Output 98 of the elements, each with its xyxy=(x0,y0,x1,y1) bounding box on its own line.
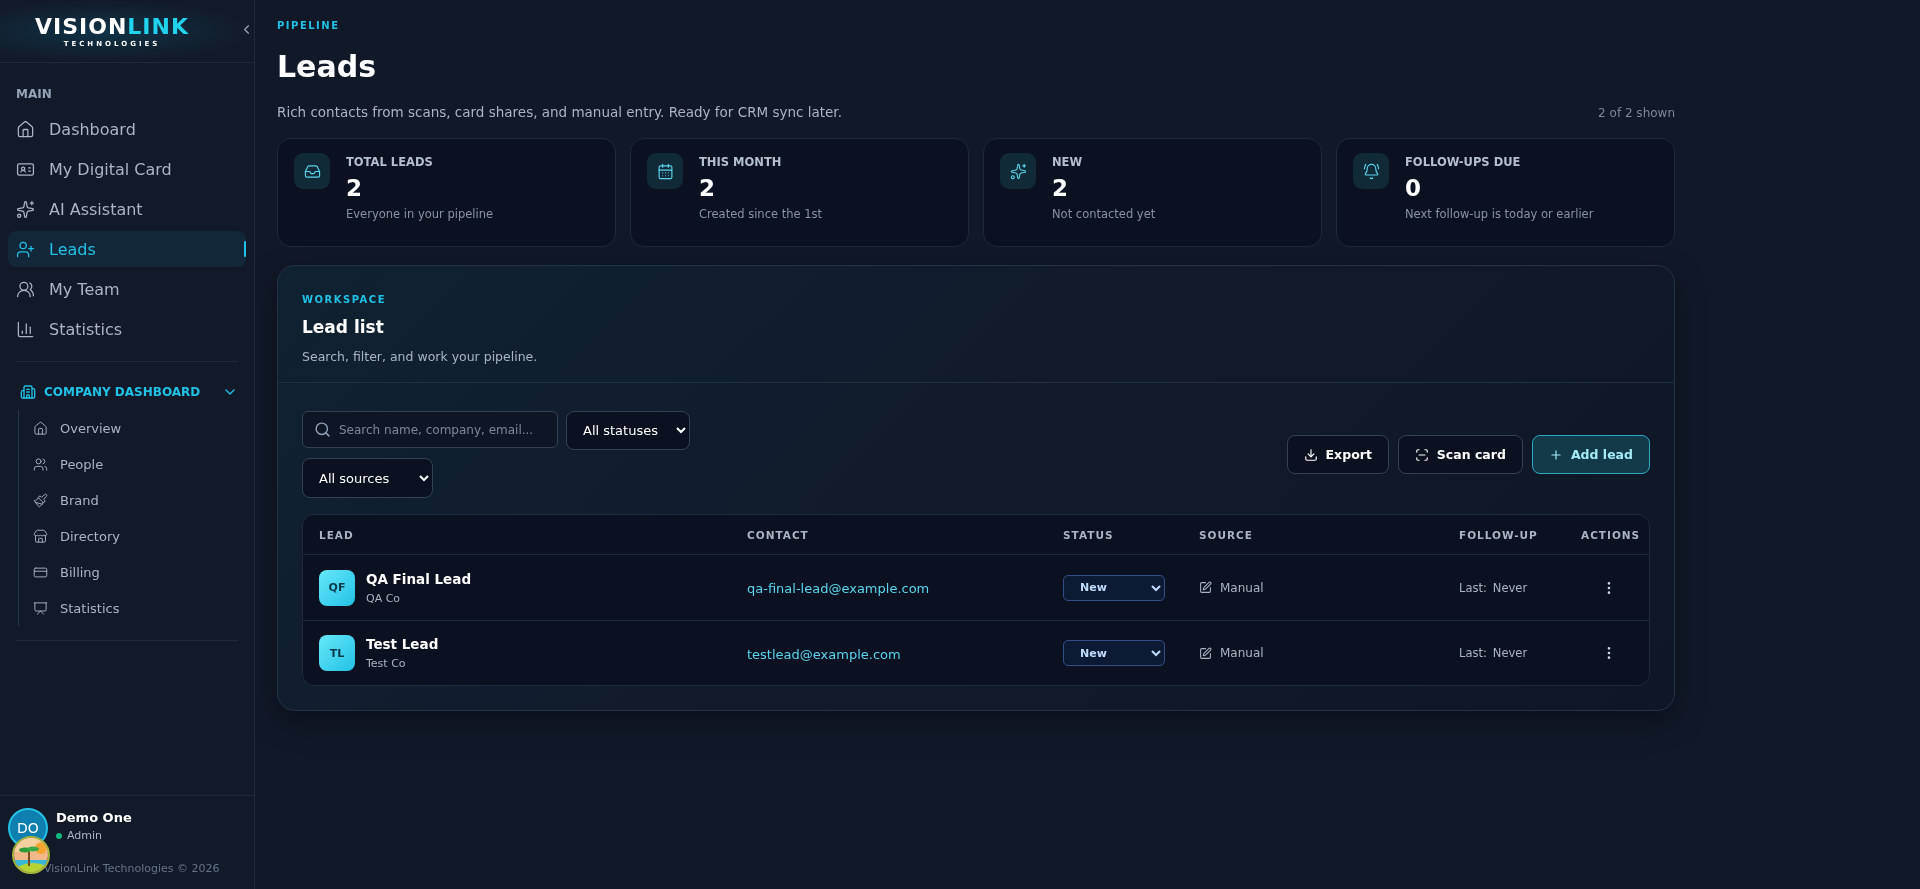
nav-label: My Digital Card xyxy=(49,159,172,179)
status-dropdown[interactable]: New xyxy=(1063,640,1165,666)
user-role: Admin xyxy=(67,829,103,842)
stat-note: Everyone in your pipeline xyxy=(346,207,493,221)
stat-label: THIS MONTH xyxy=(699,155,783,169)
email-link[interactable]: qa-final-lead@example.com xyxy=(747,581,930,596)
nav-label: Directory xyxy=(60,528,120,544)
stat-note: Next follow-up is today or earlier xyxy=(1405,207,1594,221)
home-icon xyxy=(33,420,48,436)
stat-value: 2 xyxy=(1052,175,1069,201)
team-icon xyxy=(16,279,35,299)
lead-company: Test Co xyxy=(366,657,407,670)
user-plus-icon xyxy=(16,239,35,259)
lead-name: Test Lead xyxy=(366,636,439,652)
sparkles-icon xyxy=(1009,162,1027,180)
nav-label: Billing xyxy=(60,564,100,580)
status-dropdown[interactable]: New xyxy=(1063,574,1165,601)
nav-item[interactable]: Leads xyxy=(8,231,246,267)
followup-value: Never xyxy=(1492,580,1528,595)
search-field[interactable]: Search name, company, email... xyxy=(302,411,558,448)
wallet-icon xyxy=(33,564,48,580)
section-label: COMPANY DASHBOARD xyxy=(44,385,201,399)
nav-label: Brand xyxy=(60,492,99,508)
nav-label: My Team xyxy=(49,279,120,299)
email-link[interactable]: testlead@example.com xyxy=(747,646,901,662)
nav-item[interactable]: Directory xyxy=(33,518,254,554)
stat-value: 2 xyxy=(699,175,716,201)
action-button[interactable]: Scan card xyxy=(1397,435,1523,474)
lead-name: QA Final Lead xyxy=(366,570,472,587)
column-header: CONTACT xyxy=(747,528,810,541)
plus-icon xyxy=(1548,447,1563,462)
nav-label: AI Assistant xyxy=(49,199,143,219)
column-header: FOLLOW-UP xyxy=(1459,528,1539,541)
followup-label: Last: xyxy=(1459,580,1487,595)
nav-item[interactable]: My Digital Card xyxy=(8,151,246,187)
nav-label: People xyxy=(60,456,104,472)
stat-label: TOTAL LEADS xyxy=(346,155,434,169)
result-count: 2 of 2 shown xyxy=(1598,106,1675,120)
eyebrow: PIPELINE xyxy=(277,20,341,31)
nav-item[interactable]: Statistics xyxy=(8,311,246,347)
source-label: Manual xyxy=(1220,580,1264,595)
edit-icon xyxy=(1199,646,1212,660)
store-icon xyxy=(33,528,48,544)
users-icon xyxy=(33,456,48,472)
initials-avatar: QF xyxy=(319,569,355,606)
primary-button[interactable]: Add lead xyxy=(1531,435,1650,474)
column-header: STATUS xyxy=(1063,528,1115,541)
nav-item[interactable]: Overview xyxy=(33,410,254,446)
source-label: Manual xyxy=(1220,646,1264,660)
stat-label: NEW xyxy=(1052,155,1084,169)
followup-value: Never xyxy=(1492,646,1528,660)
brush-icon xyxy=(33,492,48,508)
presentation-icon xyxy=(33,600,48,616)
section-toggle[interactable]: COMPANY DASHBOARD xyxy=(0,378,254,406)
edit-icon xyxy=(1199,581,1212,594)
filter-dropdown[interactable]: All sources xyxy=(302,458,433,498)
copyright: VisionLink Technologies © 2026 xyxy=(44,862,221,875)
home-icon xyxy=(16,119,35,139)
nav-label: Dashboard xyxy=(49,119,136,139)
nav-item[interactable]: Brand xyxy=(33,482,254,518)
download-icon xyxy=(1303,447,1318,462)
section-subtitle: Search, filter, and work your pipeline. xyxy=(302,349,539,364)
action-button[interactable]: Export xyxy=(1286,435,1389,474)
user-name: Demo One xyxy=(56,810,132,825)
page-title: Leads xyxy=(277,49,378,84)
stat-value: 0 xyxy=(1405,175,1422,201)
initials-avatar: TL xyxy=(319,635,355,671)
nav-item[interactable]: People xyxy=(33,446,254,482)
stat-label: FOLLOW-UPS DUE xyxy=(1405,155,1522,169)
calendar-icon xyxy=(656,162,674,180)
building-icon xyxy=(20,384,36,400)
section-title: Lead list xyxy=(302,317,385,337)
followup-label: Last: xyxy=(1459,646,1487,660)
column-header: LEAD xyxy=(319,528,355,541)
nav-label: Leads xyxy=(49,239,96,259)
scan-icon xyxy=(1414,447,1429,462)
section-label: MAIN xyxy=(15,86,53,103)
nav-label: Statistics xyxy=(49,319,123,339)
filter-dropdown[interactable]: All statuses xyxy=(566,411,690,450)
stat-note: Created since the 1st xyxy=(699,207,823,221)
nav-item[interactable]: Dashboard xyxy=(8,111,246,147)
bell-icon xyxy=(1362,162,1380,180)
page-subtitle: Rich contacts from scans, card shares, and manual entry. Ready for CRM sync later. xyxy=(277,104,842,120)
stat-note: Not contacted yet xyxy=(1052,207,1156,221)
nav-item[interactable]: My Team xyxy=(8,271,246,307)
eyebrow: WORKSPACE xyxy=(302,294,387,305)
nav-label: Statistics xyxy=(60,600,120,616)
column-header: ACTIONS xyxy=(1581,528,1641,541)
nav-item[interactable]: Billing xyxy=(33,554,254,590)
chart-icon xyxy=(16,319,35,339)
nav-item[interactable]: AI Assistant xyxy=(8,191,246,227)
sparkles-icon xyxy=(16,199,35,219)
inbox-icon xyxy=(303,162,321,180)
stat-value: 2 xyxy=(346,175,363,201)
nav-item[interactable]: Statistics xyxy=(33,590,254,626)
lead-company: QA Co xyxy=(366,591,402,605)
nav-label: Overview xyxy=(60,420,122,436)
column-header: SOURCE xyxy=(1199,528,1254,541)
